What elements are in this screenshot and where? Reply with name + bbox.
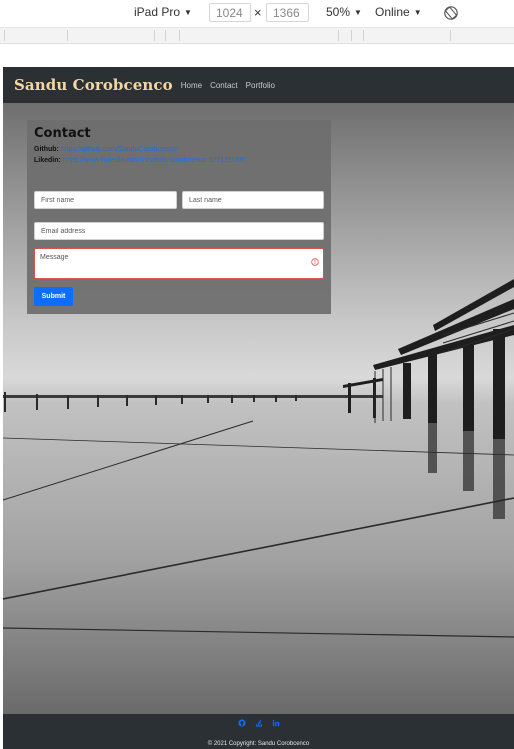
toolbar-spacer [0,44,514,66]
device-viewport: Sandu Corobcenco Home Contact Portfolio … [3,67,514,749]
contact-title: Contact [34,126,91,141]
zoom-label: 50% [326,5,351,19]
dimension-separator: × [254,5,262,20]
nav-link-home[interactable]: Home [181,81,202,90]
nav-link-contact[interactable]: Contact [210,81,238,90]
network-select[interactable]: Online ▼ [375,5,422,19]
nav-link-portfolio[interactable]: Portfolio [246,81,275,90]
stackoverflow-icon[interactable] [255,719,263,727]
height-value: 1366 [273,5,300,20]
network-label: Online [375,5,410,19]
social-icons [3,719,514,727]
width-input[interactable]: 1024 [209,3,251,22]
linkedin-link[interactable]: https://www.linkedin.com/in/sandu-corobc… [63,157,245,164]
site-footer: © 2021 Copyright: Sandu Corobcenco [3,714,514,749]
linkedin-label: Likedin: [34,156,61,164]
email-row [34,222,324,240]
github-icon[interactable] [237,719,246,727]
rotate-icon[interactable] [443,5,459,24]
zoom-select[interactable]: 50% ▼ [326,5,362,19]
chevron-down-icon: ▼ [354,7,362,17]
linkedin-line: Likedin: https://www.linkedin.com/in/san… [34,156,324,167]
name-row [34,191,324,209]
media-query-ruler [0,28,514,44]
width-value: 1024 [216,5,243,20]
device-select[interactable]: iPad Pro ▼ [134,5,192,19]
first-name-input[interactable] [34,191,177,209]
contact-card: Contact Github: https://github.com/Sandu… [27,120,331,314]
chevron-down-icon: ▼ [184,7,192,17]
github-link[interactable]: https://github.com/SanduCorobcenco/ [61,146,178,153]
last-name-input[interactable] [182,191,324,209]
device-toolbar: iPad Pro ▼ 1024 × 1366 50% ▼ Online ▼ [0,0,514,28]
linkedin-icon[interactable] [272,719,280,727]
site-brand[interactable]: Sandu Corobcenco [14,76,173,94]
device-label: iPad Pro [134,5,181,19]
site-navbar: Sandu Corobcenco Home Contact Portfolio [3,67,514,103]
nav-links: Home Contact Portfolio [181,81,275,90]
chevron-down-icon: ▼ [413,7,422,17]
message-textarea[interactable]: Message [34,248,324,279]
height-input[interactable]: 1366 [266,3,309,22]
github-label: Github: [34,146,59,153]
github-line: Github: https://github.com/SanduCorobcen… [34,145,324,156]
message-placeholder: Message [40,254,69,261]
email-input[interactable] [34,222,324,240]
copyright-text: © 2021 Copyright: Sandu Corobcenco [207,741,310,747]
submit-button[interactable]: Submit [34,287,73,306]
warning-icon [311,253,319,271]
